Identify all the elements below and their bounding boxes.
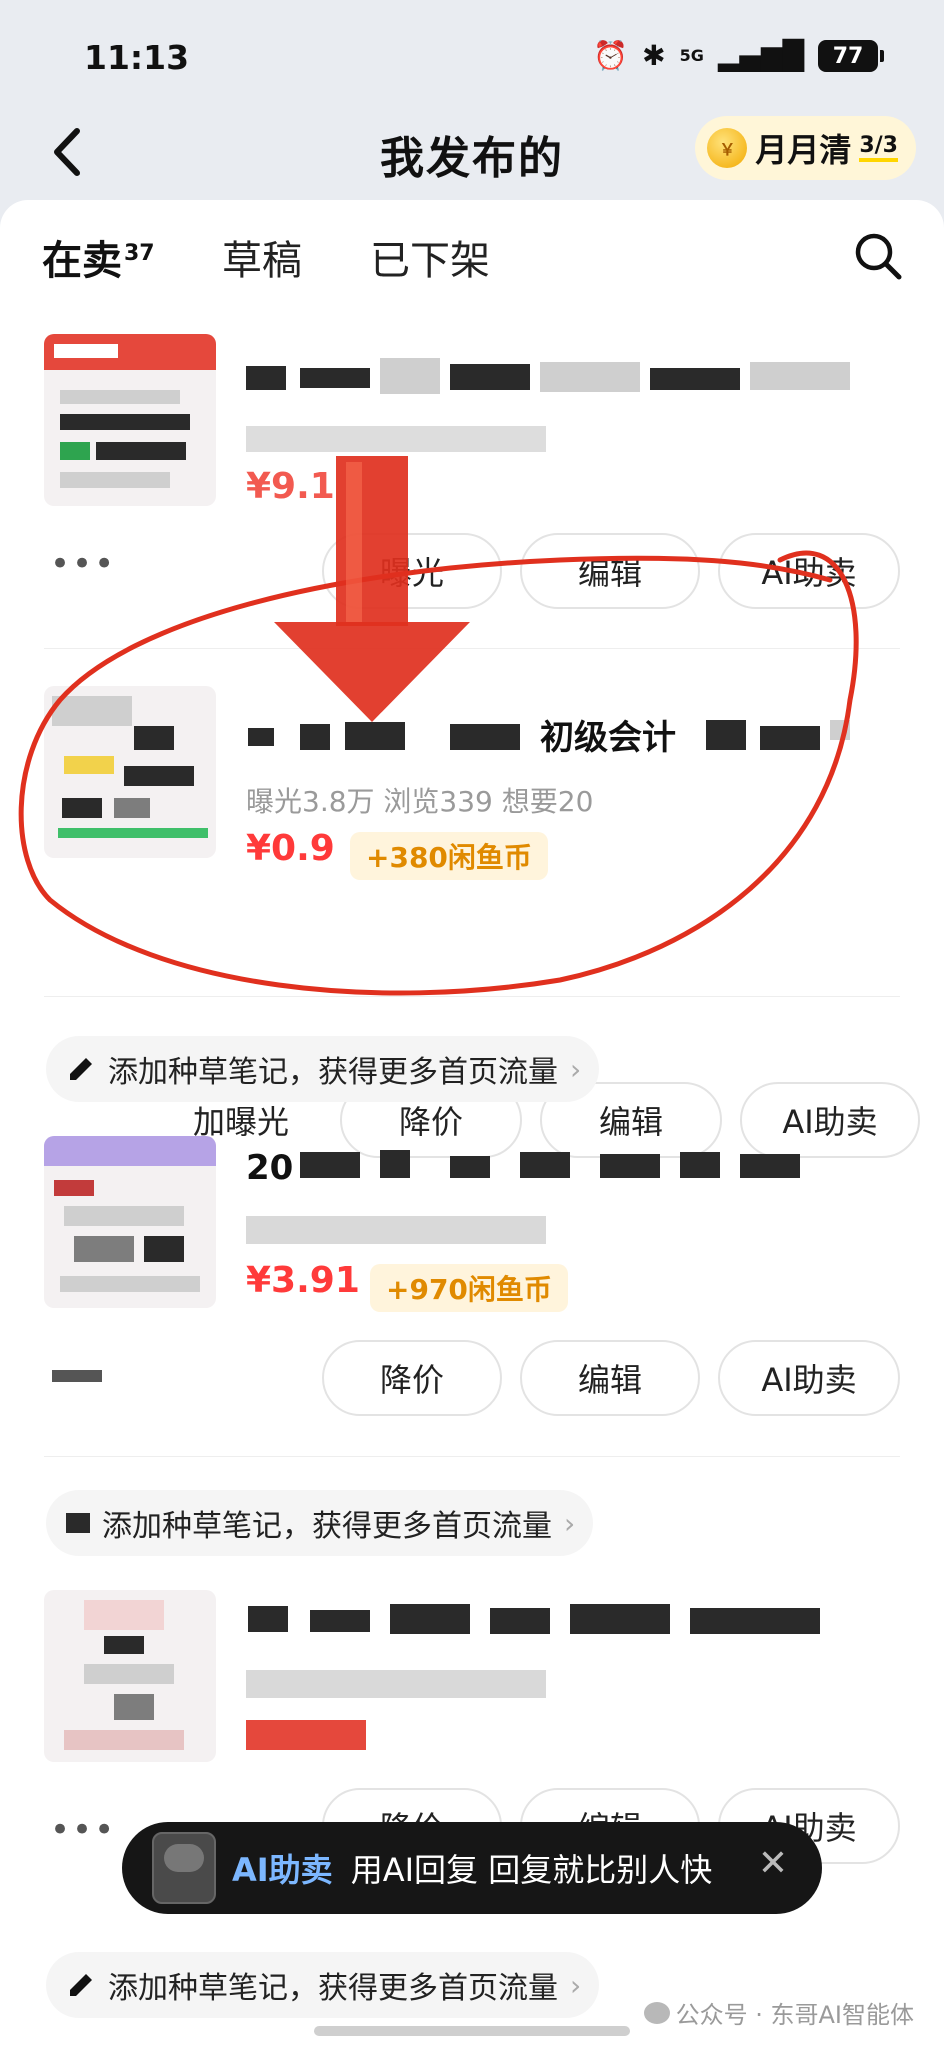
status-time: 11:13 bbox=[84, 38, 190, 77]
monthly-clear-count: 3/3 bbox=[859, 133, 898, 163]
ai-avatar-icon bbox=[152, 1832, 216, 1904]
product-thumbnail[interactable] bbox=[44, 1590, 216, 1762]
item-price: ¥0.9 bbox=[246, 828, 335, 869]
divider bbox=[44, 648, 900, 649]
item-title: 初级会计 bbox=[540, 718, 676, 758]
pen-icon bbox=[70, 1058, 92, 1080]
item-price: ¥9.1 bbox=[246, 466, 335, 507]
list-item[interactable]: ¥9.1 ••• 曝光 编辑 AI助卖 bbox=[0, 328, 944, 668]
listing-card: 在卖37 草稿 已下架 ¥9.1 ••• 曝光 编辑 AI助卖 初级会计 曝光3… bbox=[0, 200, 944, 2048]
item-title: 20 bbox=[246, 1148, 294, 1188]
list-item[interactable]: 初级会计 曝光3.8万 浏览339 想要20 ¥0.9 +380闲鱼币 加曝光 … bbox=[0, 680, 944, 1180]
more-options-icon[interactable]: ••• bbox=[50, 1810, 116, 1850]
edit-button[interactable]: 编辑 bbox=[520, 1340, 700, 1416]
close-icon[interactable]: ✕ bbox=[758, 1846, 788, 1882]
more-options-icon[interactable]: ••• bbox=[50, 544, 116, 584]
battery-icon: 77 bbox=[818, 40, 884, 72]
watermark: 公众号 · 东哥AI智能体 bbox=[643, 1995, 914, 2030]
status-icons: ⏰ ✱ 5G ▂▄▆█ 77 bbox=[593, 39, 884, 72]
ai-sell-button[interactable]: AI助卖 bbox=[718, 1340, 900, 1416]
bluetooth-icon: ✱ bbox=[642, 39, 666, 72]
ai-sell-button[interactable]: AI助卖 bbox=[718, 533, 900, 609]
chevron-right-icon: › bbox=[570, 1052, 582, 1086]
coin-reward-badge: +380闲鱼币 bbox=[350, 832, 548, 880]
watermark-text: 公众号 · 东哥AI智能体 bbox=[675, 2001, 914, 2029]
tab-selling[interactable]: 在卖37 bbox=[42, 228, 155, 286]
edit-button[interactable]: 编辑 bbox=[520, 533, 700, 609]
tip-text: 添加种草笔记，获得更多首页流量 bbox=[102, 1509, 552, 1544]
search-button[interactable] bbox=[852, 230, 904, 282]
add-note-tip[interactable]: 添加种草笔记，获得更多首页流量 › bbox=[46, 1036, 600, 1102]
nav-header: 我发布的 ￥ 月月清 3/3 bbox=[0, 108, 944, 198]
add-note-tip[interactable]: 添加种草笔记，获得更多首页流量 › bbox=[46, 1952, 600, 2018]
list-item[interactable]: 20 ¥3.91 +970闲鱼币 降价 编辑 AI助卖 bbox=[0, 1130, 944, 1460]
item-stats: 曝光3.8万 浏览339 想要20 bbox=[246, 785, 594, 818]
tab-selling-label: 在卖 bbox=[42, 238, 122, 284]
alarm-icon: ⏰ bbox=[593, 39, 629, 72]
tab-selling-count: 37 bbox=[124, 240, 155, 266]
coin-bag-icon: ￥ bbox=[707, 128, 748, 168]
price-cut-button[interactable]: 降价 bbox=[322, 1340, 502, 1416]
tab-draft[interactable]: 草稿 bbox=[222, 228, 302, 286]
product-thumbnail[interactable] bbox=[44, 686, 216, 858]
network-label: 5G bbox=[679, 46, 704, 65]
coin-reward-badge: +970闲鱼币 bbox=[370, 1264, 568, 1312]
wechat-icon bbox=[643, 2001, 670, 2024]
tab-bar: 在卖37 草稿 已下架 bbox=[0, 200, 944, 300]
signal-icon: ▂▄▆█ bbox=[717, 39, 804, 72]
chevron-right-icon: › bbox=[564, 1506, 576, 1540]
status-bar: 11:13 ⏰ ✱ 5G ▂▄▆█ 77 bbox=[0, 0, 944, 120]
divider bbox=[44, 996, 900, 997]
toast-ai-label: AI助卖 bbox=[232, 1851, 333, 1889]
search-icon bbox=[855, 233, 902, 280]
chevron-right-icon: › bbox=[570, 1968, 582, 2002]
product-thumbnail[interactable] bbox=[44, 334, 216, 506]
tip-text: 添加种草笔记，获得更多首页流量 bbox=[108, 1055, 558, 1090]
tab-off-shelf[interactable]: 已下架 bbox=[370, 228, 490, 286]
item-price: ¥3.91 bbox=[246, 1260, 360, 1301]
pen-icon bbox=[70, 1974, 92, 1996]
toast-message: 用AI回复 回复就比别人快 bbox=[350, 1851, 713, 1889]
monthly-clear-label: 月月清 bbox=[755, 131, 852, 169]
add-note-tip[interactable]: 添加种草笔记，获得更多首页流量 › bbox=[46, 1490, 594, 1556]
home-indicator bbox=[314, 2026, 630, 2036]
product-thumbnail[interactable] bbox=[44, 1136, 216, 1308]
boost-exposure-button[interactable]: 曝光 bbox=[322, 533, 502, 609]
ai-toast[interactable]: AI助卖 用AI回复 回复就比别人快 ✕ bbox=[122, 1822, 822, 1914]
divider bbox=[44, 1456, 900, 1457]
tip-text: 添加种草笔记，获得更多首页流量 bbox=[108, 1971, 558, 2006]
monthly-clear-badge[interactable]: ￥ 月月清 3/3 bbox=[695, 116, 916, 180]
